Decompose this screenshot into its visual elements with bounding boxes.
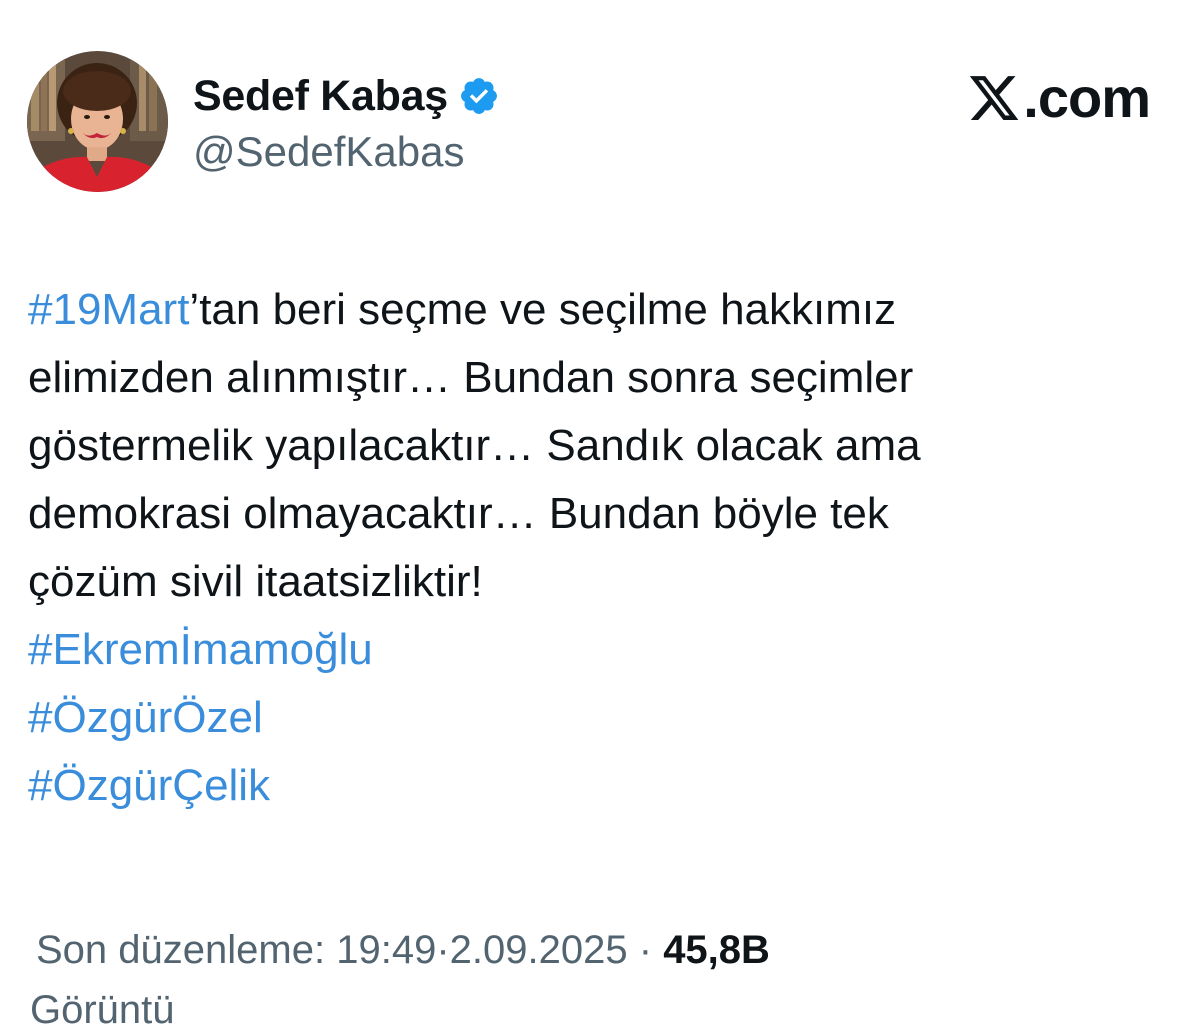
- tweet-meta: Son düzenleme: 19:49·2.09.2025 · 45,8B: [36, 928, 770, 973]
- tweet-text-segment: ’tan beri seçme ve seçilme hakkımız: [189, 285, 897, 334]
- tweet-line: demokrasi olmayacaktır… Bundan böyle tek: [28, 489, 889, 538]
- verified-badge-icon: [460, 78, 497, 114]
- separator: ·: [638, 928, 653, 972]
- separator: ·: [436, 928, 450, 972]
- tweet-line: #19Mart’tan beri seçme ve seçilme hakkım…: [28, 276, 1178, 344]
- tweet-line: elimizden alınmıştır… Bundan sonra seçim…: [28, 353, 914, 402]
- x-logo-icon: [970, 76, 1019, 120]
- hashtag-link[interactable]: #19Mart: [28, 285, 189, 334]
- hashtag-link[interactable]: #ÖzgürÖzel: [28, 684, 1178, 752]
- tweet-line: göstermelik yapılacaktır… Sandık olacak …: [28, 421, 921, 470]
- author-name-row: Sedef Kabaş: [193, 68, 500, 124]
- display-name[interactable]: Sedef Kabaş: [193, 72, 448, 121]
- edited-label[interactable]: Son düzenleme:: [36, 928, 325, 972]
- tweet-text: #19Mart’tan beri seçme ve seçilme hakkım…: [28, 276, 1178, 820]
- views-count: 45,8B: [663, 928, 770, 972]
- author-handle[interactable]: @SedefKabas: [193, 128, 464, 176]
- brand-domain: .com: [1023, 66, 1151, 129]
- brand-logo: .com: [967, 66, 1151, 129]
- hashtag-link[interactable]: #Ekremİmamoğlu: [28, 616, 1178, 684]
- tweet-date[interactable]: 2.09.2025: [450, 928, 628, 972]
- avatar[interactable]: [27, 51, 168, 192]
- views-label: Görüntü: [30, 988, 175, 1032]
- profile-photo: [27, 51, 168, 192]
- tweet-time[interactable]: 19:49: [336, 928, 436, 972]
- tweet-line: çözüm sivil itaatsizliktir!: [28, 557, 483, 606]
- hashtag-link[interactable]: #ÖzgürÇelik: [28, 752, 1178, 820]
